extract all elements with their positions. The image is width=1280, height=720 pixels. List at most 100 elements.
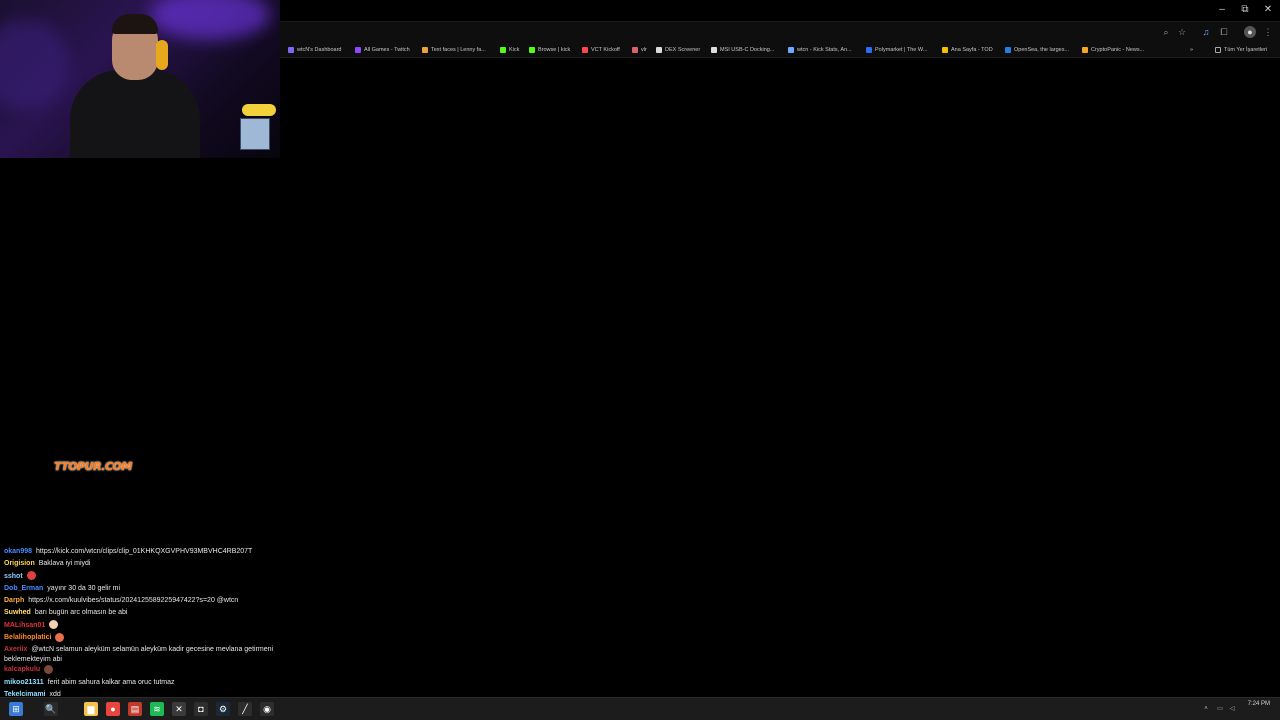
chat-message: mikoo21311 ferit abim sahura kalkar ama o…: [4, 677, 282, 689]
zoom-icon[interactable]: ⌕: [1160, 26, 1172, 38]
browser-titlebar: – ⧉ ✕: [280, 0, 1280, 21]
bookmark-item[interactable]: Ana Sayfa - TOD: [942, 45, 993, 55]
obs-icon[interactable]: ◉: [260, 702, 274, 716]
chat-overlay: okan998 https://kick.com/wtcn/clips/clip_…: [4, 546, 282, 696]
chat-text: yayınr 30 da 30 gelir mi: [47, 584, 121, 592]
minimize-button[interactable]: –: [1215, 3, 1229, 17]
xbox-icon[interactable]: ✕: [172, 702, 186, 716]
bookmark-item[interactable]: Text faces | Lenny fa...: [422, 45, 486, 55]
steam-icon[interactable]: ⚙: [216, 702, 230, 716]
bookmark-label: DEX Screener: [665, 47, 701, 53]
bookmark-item[interactable]: vlr: [632, 45, 647, 55]
chat-message: Darph https://x.com/kuulvibes/status/2024…: [4, 595, 282, 607]
maximize-button[interactable]: ⧉: [1238, 3, 1252, 17]
chat-message: sshot: [4, 571, 282, 583]
bookmark-favicon-icon: [1005, 47, 1011, 53]
chat-username[interactable]: Axeriix: [4, 646, 27, 653]
chat-username[interactable]: Tekelcimami: [4, 691, 46, 696]
sponsor-logo-text: TTOPUR.COM: [54, 460, 132, 473]
search-icon[interactable]: 🔍: [44, 702, 58, 716]
bookmark-item[interactable]: Kick: [500, 45, 519, 55]
chat-text: Baklava iyi miydi: [38, 560, 91, 568]
media-player-icon[interactable]: ▤: [128, 702, 142, 716]
bookmark-item[interactable]: Polymarket | The W...: [866, 45, 927, 55]
chat-text: @wtcN selamun aleyküm selamün aleyküm ka…: [4, 646, 274, 663]
taskbar-clock[interactable]: 7:24 PM: [1248, 701, 1270, 707]
chrome-icon[interactable]: ●: [106, 702, 120, 716]
chat-message: kalcapkulu: [4, 664, 282, 676]
media-icon[interactable]: ♫: [1200, 26, 1212, 38]
bookmark-favicon-icon: [288, 47, 294, 53]
sponsor-logo: TTOPUR.COM: [54, 460, 132, 480]
bookmarks-overflow-button[interactable]: »: [1190, 45, 1193, 55]
chat-text: xdd: [49, 690, 61, 696]
bookmark-label: Ana Sayfa - TOD: [951, 47, 993, 53]
desktop-screen: – ⧉ ✕ ⌕ ☆ ♫ ⧠ ● ⋮ wtcN's Dashboard All Ga…: [0, 0, 1280, 720]
chat-emote-icon: [55, 632, 65, 642]
bookmark-label: VCT Kickoff: [591, 47, 620, 53]
start-icon[interactable]: ⊞: [9, 702, 23, 716]
bookmark-item[interactable]: OpenSea, the larges...: [1005, 45, 1069, 55]
bookmark-item[interactable]: wtcN's Dashboard: [288, 45, 341, 55]
bookmark-favicon-icon: [656, 47, 662, 53]
profile-icon[interactable]: ●: [1244, 26, 1256, 38]
chat-username[interactable]: Belalihoplatici: [4, 634, 51, 641]
chat-username[interactable]: kalcapkulu: [4, 666, 40, 673]
chat-text: https://kick.com/wtcn/clips/clip_01KHKQX…: [36, 548, 253, 555]
folder-icon[interactable]: ▆: [84, 702, 98, 716]
chat-message: Tekelcimami xdd: [4, 689, 282, 696]
bookmark-item[interactable]: wtcn - Kick Stats, An...: [788, 45, 852, 55]
pen-tool-icon[interactable]: ╱: [238, 702, 252, 716]
bookmark-item[interactable]: Browse | kick: [529, 45, 570, 55]
chat-username[interactable]: MALihsan01: [4, 622, 45, 629]
bookmark-item[interactable]: All Games - Twitch: [355, 45, 410, 55]
app-icon[interactable]: ◘: [194, 702, 208, 716]
chat-text: https://x.com/kuulvibes/status/202412558…: [28, 597, 239, 605]
bookmark-favicon-icon: [942, 47, 948, 53]
bookmark-favicon-icon: [632, 47, 638, 53]
taskbar: ⊞ 🔍 ▆ ● ▤ ≋ ✕ ◘ ⚙ ╱ ◉ ˄ ▭ ◁ 7:24 PM: [0, 697, 1280, 720]
chat-message: Dob_Erman yayınr 30 da 30 gelir mi: [4, 583, 282, 595]
bookmark-label: All Games - Twitch: [364, 47, 410, 53]
chat-message: MALihsan01: [4, 620, 282, 632]
close-button[interactable]: ✕: [1261, 3, 1275, 17]
chat-username[interactable]: mikoo21311: [4, 679, 44, 686]
chat-username[interactable]: Suwhed: [4, 609, 31, 616]
bookmark-item[interactable]: DEX Screener: [656, 45, 700, 55]
chat-message: Axeriix @wtcN selamun aleyküm selamün ale…: [4, 644, 282, 664]
bookmark-favicon-icon: [529, 47, 535, 53]
chevron-up-icon[interactable]: ˄: [1202, 705, 1210, 713]
bookmark-label: wtcN's Dashboard: [297, 47, 342, 53]
chat-username[interactable]: Origision: [4, 560, 35, 567]
speaker-icon[interactable]: ◁: [1228, 705, 1236, 713]
bookmark-favicon-icon: [711, 47, 717, 53]
bookmark-label: Kick: [509, 47, 520, 53]
folder-icon: [1215, 47, 1221, 53]
star-icon[interactable]: ☆: [1176, 26, 1188, 38]
extensions-icon[interactable]: ⧠: [1218, 26, 1230, 38]
chat-emote-icon: [44, 665, 54, 675]
chat-message: Belalihoplatici: [4, 632, 282, 644]
browser-toolbar: ⌕ ☆ ♫ ⧠ ● ⋮: [280, 21, 1280, 42]
chat-username[interactable]: sshot: [4, 573, 23, 580]
bookmark-item[interactable]: VCT Kickoff: [582, 45, 620, 55]
bookmark-label: CryptoPanic - News...: [1091, 47, 1145, 53]
chat-message: Origision Baklava iyi miydi: [4, 558, 282, 570]
chat-emote-icon: [26, 571, 36, 581]
all-bookmarks-button[interactable]: Tüm Yer İşaretleri: [1215, 45, 1267, 55]
bookmark-favicon-icon: [866, 47, 872, 53]
network-icon[interactable]: ▭: [1216, 705, 1224, 713]
menu-icon[interactable]: ⋮: [1262, 26, 1274, 38]
chat-message: okan998 https://kick.com/wtcn/clips/clip_…: [4, 546, 282, 558]
chat-text: barı bugün arc olmasın be abi: [34, 609, 128, 617]
bookmark-item[interactable]: CryptoPanic - News...: [1082, 45, 1144, 55]
chat-username[interactable]: okan998: [4, 548, 32, 555]
bookmark-favicon-icon: [422, 47, 428, 53]
chat-username[interactable]: Darph: [4, 597, 24, 604]
chat-username[interactable]: Dob_Erman: [4, 585, 43, 592]
all-bookmarks-label: Tüm Yer İşaretleri: [1224, 47, 1268, 53]
bookmark-label: Browse | kick: [538, 47, 571, 53]
bookmark-item[interactable]: MSI USB-C Docking...: [711, 45, 774, 55]
spotify-icon[interactable]: ≋: [150, 702, 164, 716]
bookmark-label: MSI USB-C Docking...: [720, 47, 775, 53]
